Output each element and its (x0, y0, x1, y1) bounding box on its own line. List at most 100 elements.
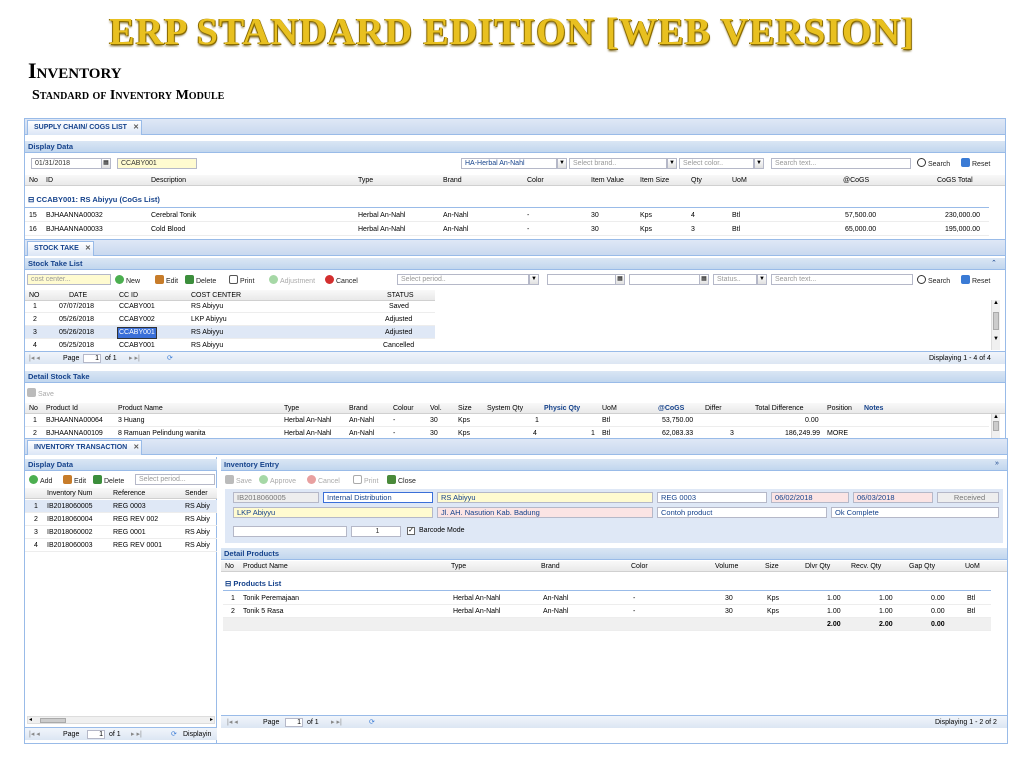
chevron-down-icon[interactable]: ▼ (529, 274, 539, 285)
stock-search-button[interactable]: Search (917, 275, 950, 287)
stock-cancel-button[interactable]: Cancel (325, 275, 358, 287)
entry-note-field[interactable]: Contoh product (657, 507, 827, 518)
chevron-down-icon[interactable]: ▼ (754, 158, 764, 169)
col-header[interactable]: UoM (602, 403, 617, 414)
cogs-cost-center-field[interactable]: CCABY001 (117, 158, 197, 169)
col-header[interactable]: Sender (185, 488, 208, 499)
scroll-left-icon[interactable]: ◂ (29, 717, 32, 723)
barcode-mode-checkbox[interactable]: ✓ (407, 527, 415, 535)
entry-number-field[interactable]: IB2018060005 (233, 492, 319, 503)
col-header[interactable]: Brand (443, 175, 462, 186)
first-page-icon[interactable]: |◂ ◂ (29, 728, 40, 741)
table-row[interactable]: 2 IB2018060004 REG REV 002 RS Abiy (25, 513, 217, 526)
cell-editing[interactable]: CCABY001 (117, 327, 157, 339)
entry-cancel-button[interactable]: Cancel (307, 475, 340, 487)
trans-period-input[interactable]: Select period... (135, 474, 215, 485)
table-row[interactable]: 2 05/26/2018 CCABY002 LKP Abiyyu Adjuste… (25, 313, 435, 326)
close-icon[interactable]: ✕ (133, 121, 139, 134)
calendar-icon[interactable]: ▦ (699, 274, 709, 285)
chevron-down-icon[interactable]: ▼ (557, 158, 567, 169)
cogs-reset-button[interactable]: Reset (961, 158, 990, 170)
col-header[interactable]: Item Size (640, 175, 669, 186)
table-row[interactable]: 3 IB2018060002 REG 0001 RS Abiy (25, 526, 217, 539)
col-header[interactable]: Color (631, 561, 648, 572)
col-header[interactable]: Position (827, 403, 852, 414)
col-header[interactable]: Vol. (430, 403, 442, 414)
table-row-selected[interactable]: 3 05/26/2018 CCABY001 RS Abiyyu Adjusted (25, 326, 435, 339)
stock-adjustment-button[interactable]: Adjustment (269, 275, 315, 287)
refresh-icon[interactable]: ⟳ (171, 728, 177, 741)
next-page-icon[interactable]: ▸ ▸| (129, 352, 140, 365)
col-header[interactable]: Reference (113, 488, 145, 499)
col-header[interactable]: Qty (691, 175, 702, 186)
chevron-down-icon[interactable]: ▼ (757, 274, 767, 285)
scroll-thumb[interactable] (993, 312, 999, 330)
products-group-header[interactable]: ⊟ Products List (225, 579, 281, 588)
next-page-icon[interactable]: ▸ ▸| (131, 728, 142, 741)
col-header[interactable]: CoGS Total (937, 175, 973, 186)
entry-address-field[interactable]: Jl. AH. Nasution Kab. Badung (437, 507, 653, 518)
entry-close-button[interactable]: Close (387, 475, 416, 487)
table-row[interactable]: 1 Tonik Peremajaan Herbal An-Nahl An-Nah… (223, 592, 991, 605)
table-row[interactable]: 1 BJHAANNA00064 3 Huang Herbal An-Nahl A… (25, 414, 989, 427)
col-header[interactable]: No (225, 561, 234, 572)
entry-product-input[interactable] (233, 526, 347, 537)
stock-edit-button[interactable]: Edit (155, 275, 178, 287)
scroll-up-icon[interactable]: ▲ (992, 414, 1000, 420)
stock-cost-center-input[interactable]: cost center... (27, 274, 111, 285)
entry-reference-field[interactable]: REG 0003 (657, 492, 767, 503)
scroll-thumb[interactable] (40, 718, 66, 723)
cogs-date-field[interactable]: 01/31/2018 (31, 158, 109, 169)
calendar-icon[interactable]: ▦ (101, 158, 111, 169)
col-header[interactable]: Volume (715, 561, 738, 572)
stock-date-from[interactable] (547, 274, 625, 285)
table-row[interactable]: 2 Tonik 5 Rasa Herbal An-Nahl An-Nahl - … (223, 605, 991, 618)
col-header[interactable]: Brand (541, 561, 560, 572)
stock-reset-button[interactable]: Reset (961, 275, 990, 287)
table-row-selected[interactable]: 1 IB2018060005 REG 0003 RS Abiy (25, 500, 217, 513)
stock-period-select[interactable]: Select period.. (397, 274, 529, 285)
col-header[interactable]: UoM (732, 175, 747, 186)
close-icon[interactable]: ✕ (85, 242, 91, 255)
col-header[interactable]: Item Value (591, 175, 624, 186)
col-header[interactable]: Gap Qty (909, 561, 935, 572)
scroll-down-icon[interactable]: ▼ (992, 336, 1000, 342)
col-header[interactable]: Product Id (46, 403, 78, 414)
detail-save-button[interactable]: Save (27, 388, 54, 400)
col-header[interactable]: No (29, 175, 38, 186)
first-page-icon[interactable]: |◂ ◂ (29, 352, 40, 365)
chevron-down-icon[interactable]: ▼ (667, 158, 677, 169)
first-page-icon[interactable]: |◂ ◂ (227, 716, 238, 729)
col-header[interactable]: UoM (965, 561, 980, 572)
trans-add-button[interactable]: Add (29, 475, 52, 487)
trans-delete-button[interactable]: Delete (93, 475, 124, 487)
cogs-search-button[interactable]: Search (917, 158, 950, 170)
entry-type-field[interactable]: Internal Distribution (323, 492, 433, 503)
col-header[interactable]: Physic Qty (544, 403, 580, 414)
table-row[interactable]: 4 IB2018060003 REG REV 0001 RS Abiy (25, 539, 217, 552)
horizontal-scrollbar[interactable]: ◂ ▸ (27, 716, 215, 724)
collapse-up-icon[interactable]: ⌃ (991, 259, 997, 267)
tab-inventory-transaction[interactable]: INVENTORY TRANSACTION ✕ (27, 440, 143, 455)
cogs-color-filter[interactable]: Select color.. (679, 158, 754, 169)
stock-print-button[interactable]: Print (229, 275, 254, 287)
page-input[interactable]: 1 (87, 730, 105, 739)
detail-scrollbar[interactable]: ▲ (991, 414, 1000, 438)
col-header[interactable]: No (29, 403, 38, 414)
stock-scrollbar[interactable]: ▲ ▼ (991, 300, 1000, 350)
trans-edit-button[interactable]: Edit (63, 475, 86, 487)
page-input[interactable]: 1 (83, 354, 101, 363)
scroll-up-icon[interactable]: ▲ (992, 300, 1000, 306)
scroll-thumb[interactable] (993, 421, 999, 431)
page-input[interactable]: 1 (285, 718, 303, 727)
close-icon[interactable]: ✕ (133, 441, 139, 454)
col-header[interactable]: Type (358, 175, 373, 186)
entry-receiver-field[interactable]: LKP Abiyyu (233, 507, 433, 518)
entry-sender-field[interactable]: RS Abiyyu (437, 492, 653, 503)
table-row[interactable]: 1 07/07/2018 CCABY001 RS Abiyyu Saved (25, 300, 435, 313)
stock-delete-button[interactable]: Delete (185, 275, 216, 287)
table-row[interactable]: 15 BJHAANNA00032 Cerebral Tonik Herbal A… (25, 209, 989, 222)
col-header[interactable]: Type (284, 403, 299, 414)
col-header[interactable]: Notes (864, 403, 883, 414)
col-header[interactable]: Color (527, 175, 544, 186)
